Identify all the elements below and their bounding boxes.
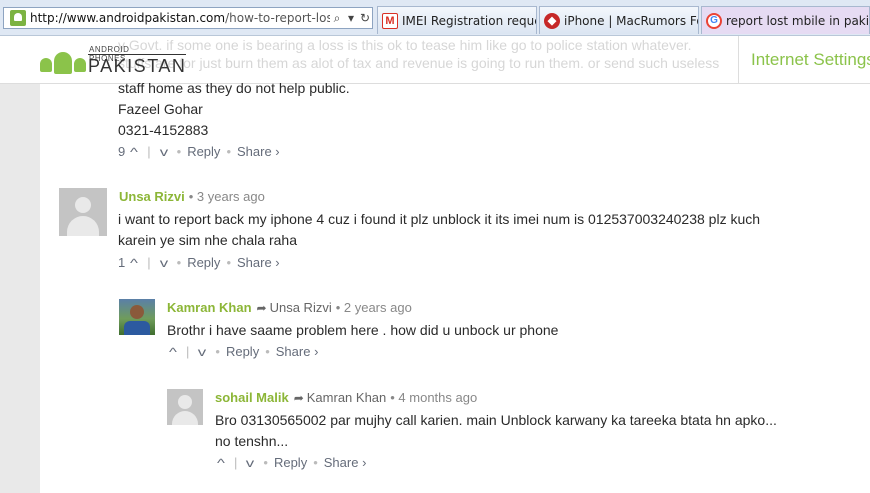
comment-line: Brothr i have saame problem here . how d… <box>167 322 559 338</box>
downvote-icon[interactable]: v <box>154 256 174 270</box>
internet-settings-link[interactable]: Internet Settings <box>738 36 870 84</box>
comment-line: Fazeel Gohar <box>118 101 203 117</box>
dropdown-icon[interactable]: ▾ <box>344 11 358 25</box>
share-link[interactable]: Share › <box>324 455 367 470</box>
brand-name: PAKISTAN <box>88 54 187 76</box>
downvote-icon[interactable]: v <box>193 345 213 359</box>
tab-google-search[interactable]: G report lost mbile in paki... <box>701 6 870 34</box>
search-icon[interactable]: ⌕ <box>330 11 344 26</box>
google-icon: G <box>706 12 722 29</box>
author-name[interactable]: Unsa Rizvi <box>119 189 185 204</box>
bullet: • <box>226 255 231 270</box>
author-name[interactable]: sohail Malik <box>215 390 289 405</box>
android-robots-icon <box>40 48 86 76</box>
bullet: • <box>176 144 182 159</box>
comment-header: Unsa Rizvi • 3 years ago <box>119 189 265 204</box>
comment-line: 0321-4152883 <box>118 122 209 138</box>
comments-panel: staff home as they do not help public. F… <box>40 80 870 493</box>
upvote-icon[interactable]: ^ <box>211 456 231 470</box>
address-domain: http://www.androidpakistan.com <box>30 11 226 25</box>
comment-line: Bro 03130565002 par mujhy call karien. m… <box>215 412 777 428</box>
gmail-icon: M <box>382 12 398 29</box>
browser-toolbar: http://www.androidpakistan.com/how-to-re… <box>0 0 870 36</box>
share-link[interactable]: Share › <box>276 344 319 359</box>
comment-actions: ^ | v • Reply • Share › <box>214 455 366 470</box>
bullet: • <box>176 255 182 270</box>
site-logo[interactable]: ANDROID PHONES PAKISTAN <box>38 44 187 78</box>
comment-header: Kamran Khan ➦ Unsa Rizvi • 2 years ago <box>167 300 412 315</box>
comment-actions: 1 ^ | v • Reply • Share › <box>118 255 280 270</box>
refresh-icon[interactable]: ↻ <box>358 11 372 25</box>
bullet: • <box>265 344 270 359</box>
comment-text: Brothr i have saame problem here . how d… <box>167 320 558 341</box>
tab-label: iPhone | MacRumors Fo... <box>564 13 698 28</box>
tab-macrumors[interactable]: ◆ iPhone | MacRumors Fo... <box>539 6 699 34</box>
author-name[interactable]: Kamran Khan <box>167 300 252 315</box>
comment-line: i want to report back my iphone 4 cuz i … <box>118 211 761 227</box>
comment-line: no tenshn... <box>215 433 289 449</box>
macrumors-icon: ◆ <box>544 12 560 29</box>
reply-arrow-icon: ➦ <box>256 300 267 315</box>
divider: | <box>234 455 238 470</box>
comment-line: karein ye sim nhe chala raha <box>118 232 297 248</box>
bullet: • <box>215 344 220 359</box>
bullet: • <box>263 455 268 470</box>
comment-actions: 9 ^ | v • Reply • Share › <box>118 144 280 159</box>
divider: | <box>147 144 151 159</box>
upvote-icon[interactable]: ^ <box>163 345 183 359</box>
avatar[interactable] <box>59 188 107 236</box>
tab-label: report lost mbile in paki... <box>726 13 870 28</box>
site-favicon-icon <box>10 10 26 26</box>
avatar[interactable] <box>119 299 155 335</box>
comment-text: staff home as they do not help public. F… <box>118 78 350 141</box>
address-bar[interactable]: http://www.androidpakistan.com/how-to-re… <box>3 7 373 29</box>
avatar[interactable] <box>167 389 203 425</box>
tab-label: IMEI Registration reque... <box>402 13 536 28</box>
share-link[interactable]: Share › <box>237 144 280 159</box>
reply-link[interactable]: Reply <box>226 344 259 359</box>
address-url[interactable]: http://www.androidpakistan.com/how-to-re… <box>30 11 330 25</box>
comment-time[interactable]: • 4 months ago <box>390 390 477 405</box>
reply-link[interactable]: Reply <box>274 455 307 470</box>
parent-author[interactable]: Kamran Khan <box>307 390 387 405</box>
address-path: /how-to-report-lost- <box>225 11 330 25</box>
reply-arrow-icon: ➦ <box>293 390 304 405</box>
share-link[interactable]: Share › <box>237 255 280 270</box>
upvote-icon[interactable]: ^ <box>124 256 144 270</box>
bullet: • <box>313 455 318 470</box>
comment-actions: ^ | v • Reply • Share › <box>166 344 318 359</box>
upvote-icon[interactable]: ^ <box>124 145 144 159</box>
reply-link[interactable]: Reply <box>187 144 220 159</box>
site-header: ANDROID PHONES PAKISTAN Internet Setting… <box>0 36 870 84</box>
tab-imei-registration[interactable]: M IMEI Registration reque... <box>377 6 537 34</box>
downvote-icon[interactable]: v <box>154 145 174 159</box>
reply-link[interactable]: Reply <box>187 255 220 270</box>
divider: | <box>147 255 151 270</box>
comment-line: staff home as they do not help public. <box>118 80 350 96</box>
bullet: • <box>226 144 231 159</box>
parent-author[interactable]: Unsa Rizvi <box>270 300 332 315</box>
comment-text: Bro 03130565002 par mujhy call karien. m… <box>215 410 777 452</box>
comment-text: i want to report back my iphone 4 cuz i … <box>118 209 760 251</box>
comment-header: sohail Malik ➦ Kamran Khan • 4 months ag… <box>215 390 477 405</box>
divider: | <box>186 344 190 359</box>
comment-time[interactable]: • 2 years ago <box>336 300 412 315</box>
comment-time[interactable]: • 3 years ago <box>189 189 265 204</box>
downvote-icon[interactable]: v <box>241 456 261 470</box>
